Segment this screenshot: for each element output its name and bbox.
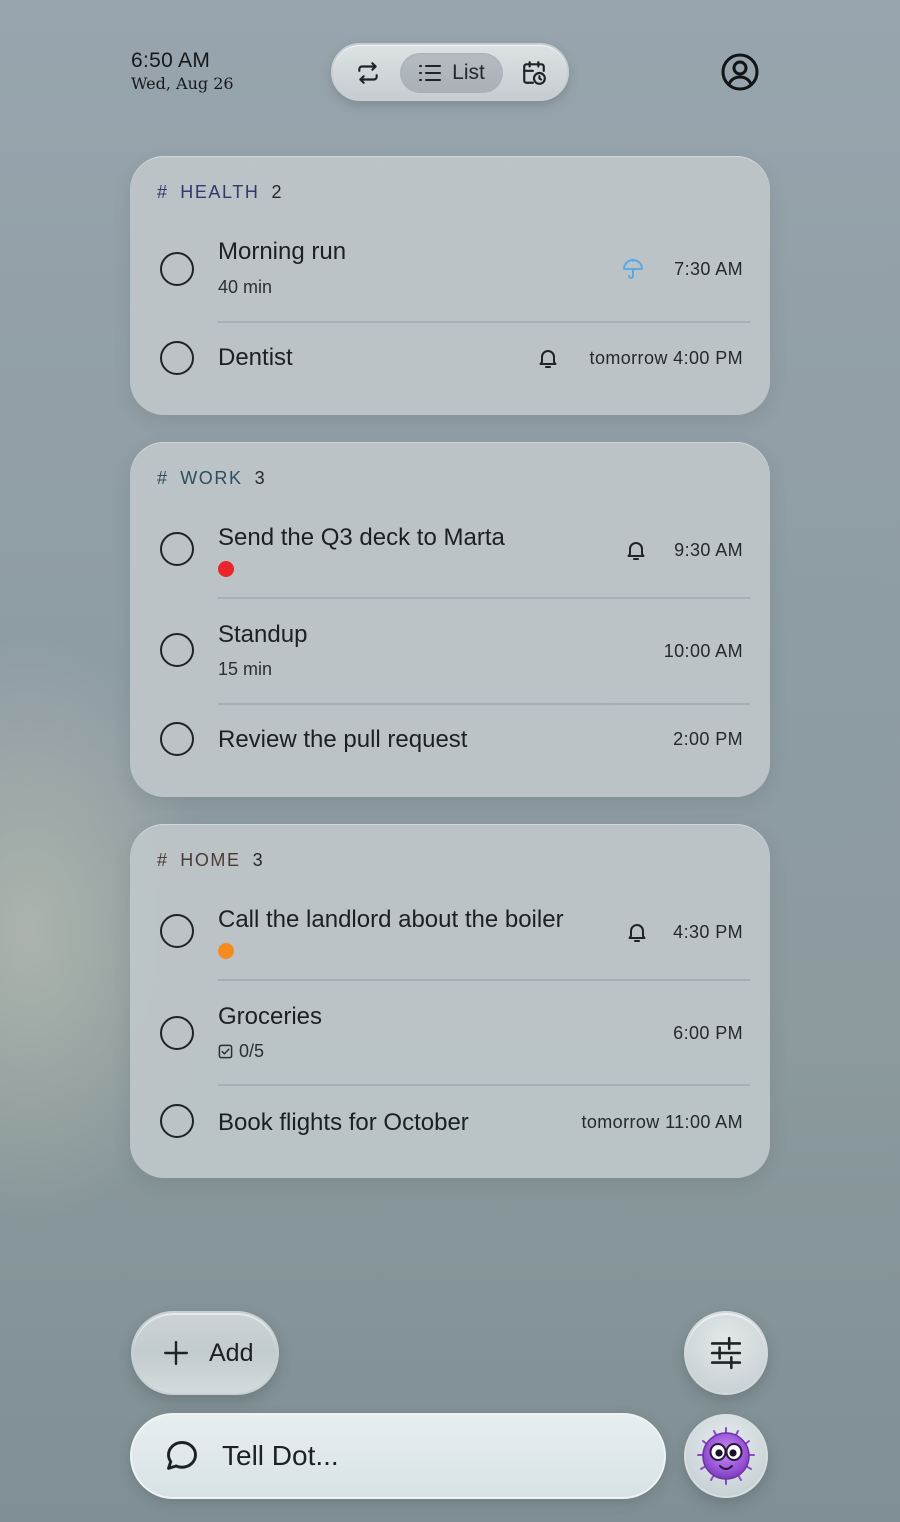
- bell-icon: [627, 542, 645, 560]
- calendar-view-button[interactable]: [517, 53, 551, 93]
- add-task-button[interactable]: Add: [131, 1311, 279, 1395]
- chat-bubble-icon: [167, 1441, 197, 1470]
- checklist-progress-text: 0/5: [239, 1041, 265, 1061]
- task-duration-text: 15 min: [218, 659, 273, 679]
- group-header: # HEALTH 2: [157, 182, 282, 203]
- priority-dot-high: [218, 561, 234, 577]
- view-switcher: List: [331, 43, 569, 101]
- sliders-icon: [710, 1336, 742, 1370]
- add-task-label: Add: [209, 1338, 254, 1367]
- task-title: Standup: [218, 621, 308, 648]
- clock: 6:50 AM Wed, Aug 26: [131, 49, 234, 95]
- task-title: Review the pull request: [218, 726, 468, 753]
- list-icon: [419, 65, 442, 81]
- group-count: 3: [254, 468, 265, 488]
- task-time: tomorrow 4:00 PM: [589, 348, 743, 368]
- task-title: Send the Q3 deck to Marta: [218, 524, 505, 551]
- group-count: 3: [252, 850, 263, 870]
- task-row[interactable]: Review the pull request 2:00 PM: [130, 705, 770, 785]
- task-title: Book flights for October: [218, 1109, 469, 1136]
- complete-checkbox[interactable]: [160, 532, 194, 566]
- bell-icon: [628, 924, 646, 942]
- task-row[interactable]: Morning run 40 min 7:30 AM: [130, 222, 770, 323]
- task-duration-text: 40 min: [218, 277, 273, 297]
- checkbox-icon: [218, 1044, 233, 1059]
- task-title: Groceries: [218, 1003, 323, 1030]
- group-hash: #: [157, 850, 169, 870]
- repeat-view-button[interactable]: [351, 53, 385, 93]
- task-title: Dentist: [218, 344, 293, 371]
- plus-icon: [163, 1340, 189, 1366]
- task-time: 7:30 AM: [674, 259, 743, 279]
- task-duration: 15 min: [218, 659, 272, 680]
- complete-checkbox[interactable]: [160, 722, 194, 756]
- task-time: 10:00 AM: [663, 641, 743, 661]
- complete-checkbox[interactable]: [160, 914, 194, 948]
- dot-monster-avatar: [697, 1427, 755, 1485]
- list-view-label: List: [452, 61, 485, 84]
- group-name: HEALTH: [180, 182, 260, 202]
- task-time: 9:30 AM: [674, 540, 743, 560]
- task-row[interactable]: Groceries 0/5 6:00 PM: [130, 981, 770, 1086]
- group-card-health: # HEALTH 2 Morning run 40 min 7:30 AM De…: [130, 156, 770, 415]
- group-count: 2: [271, 182, 282, 202]
- task-title: Call the landlord about the boiler: [218, 906, 564, 933]
- task-duration: 40 min: [218, 277, 272, 298]
- group-name: WORK: [180, 468, 243, 488]
- profile-button[interactable]: [720, 52, 760, 92]
- task-row[interactable]: Dentist tomorrow 4:00 PM: [130, 322, 770, 394]
- complete-checkbox[interactable]: [160, 252, 194, 286]
- filter-button[interactable]: [684, 1311, 768, 1395]
- task-row[interactable]: Send the Q3 deck to Marta 9:30 AM: [130, 508, 770, 599]
- task-title: Morning run: [218, 238, 347, 265]
- task-row[interactable]: Call the landlord about the boiler 4:30 …: [130, 890, 770, 981]
- complete-checkbox[interactable]: [160, 633, 194, 667]
- current-time: 6:50 AM: [131, 49, 211, 72]
- repeat-icon: [358, 62, 378, 84]
- task-row[interactable]: Standup 15 min 10:00 AM: [130, 599, 770, 705]
- task-time: 4:30 PM: [673, 922, 743, 942]
- list-view-button[interactable]: List: [400, 53, 503, 93]
- umbrella-icon: [623, 259, 643, 279]
- task-time: tomorrow 11:00 AM: [581, 1112, 743, 1132]
- user-circle-icon: [721, 53, 759, 91]
- group-card-home: # HOME 3 Call the landlord about the boi…: [130, 824, 770, 1178]
- complete-checkbox[interactable]: [160, 341, 194, 375]
- task-time: 2:00 PM: [673, 729, 743, 749]
- group-hash: #: [157, 182, 169, 202]
- calendar-clock-icon: [523, 61, 546, 85]
- group-name: HOME: [180, 850, 241, 870]
- assistant-input-placeholder: Tell Dot...: [222, 1440, 339, 1471]
- group-card-work: # WORK 3 Send the Q3 deck to Marta 9:30 …: [130, 442, 770, 797]
- task-row[interactable]: Book flights for October tomorrow 11:00 …: [130, 1086, 770, 1166]
- bell-icon: [539, 350, 557, 368]
- current-date: Wed, Aug 26: [131, 74, 234, 93]
- group-hash: #: [157, 468, 169, 488]
- group-header: # HOME 3: [157, 850, 263, 871]
- assistant-input[interactable]: Tell Dot...: [130, 1413, 666, 1499]
- checklist-progress: 0/5: [218, 1041, 264, 1062]
- group-header: # WORK 3: [157, 468, 265, 489]
- task-time: 6:00 PM: [673, 1023, 743, 1043]
- priority-dot-medium: [218, 943, 234, 959]
- dot-assistant-button[interactable]: [684, 1414, 768, 1498]
- complete-checkbox[interactable]: [160, 1016, 194, 1050]
- complete-checkbox[interactable]: [160, 1104, 194, 1138]
